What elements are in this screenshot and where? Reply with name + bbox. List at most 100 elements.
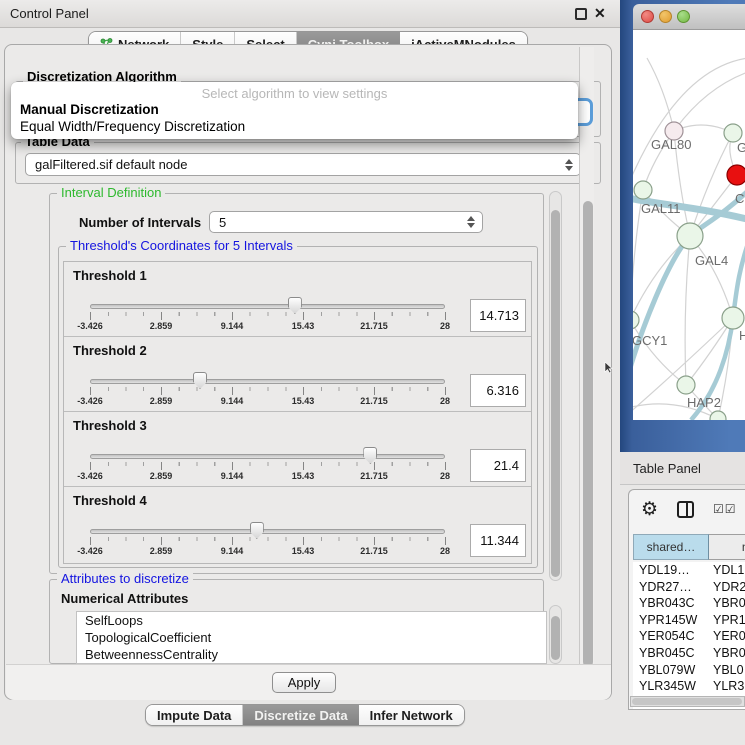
tab-impute-data[interactable]: Impute Data [146, 705, 243, 725]
minimize-traffic-light[interactable] [659, 10, 672, 23]
threshold-3-value-field[interactable]: 21.4 [470, 449, 526, 482]
apply-bar: Apply [6, 664, 611, 700]
svg-text:C: C [735, 191, 744, 206]
threshold-coordinates-label: Threshold's Coordinates for 5 Intervals [66, 238, 297, 253]
list-item[interactable]: SelfLoops [77, 612, 546, 629]
table-toolbar: ⚙ ☑☑ [629, 490, 745, 533]
list-item[interactable]: TopologicalCoefficient [77, 629, 546, 646]
attributes-list-scrollbar-thumb[interactable] [551, 616, 560, 660]
table-row[interactable]: YBR045CYBR0 [633, 645, 745, 662]
network-nodes[interactable] [633, 122, 745, 420]
slider-tick-labels: -3.4262.859 9.14415.43 21.71528 [90, 546, 445, 557]
numerical-attributes-list[interactable]: SelfLoops TopologicalCoefficient Between… [76, 611, 547, 664]
threshold-4-label: Threshold 4 [73, 493, 147, 508]
threshold-4-value-field[interactable]: 11.344 [470, 524, 526, 557]
svg-text:GAL4: GAL4 [695, 253, 728, 268]
threshold-2-value-field[interactable]: 6.316 [470, 374, 526, 407]
node-gcy1[interactable] [633, 311, 639, 329]
table-horizontal-scrollbar[interactable] [630, 696, 745, 707]
svg-text:GAL11: GAL11 [641, 201, 681, 216]
table-row[interactable]: YER054CYER0 [633, 628, 745, 645]
network-window-titlebar [633, 4, 745, 30]
slider-tick-labels: -3.4262.859 9.14415.43 21.71528 [90, 321, 445, 332]
table-header-row: shared… na [633, 534, 745, 560]
svg-text:GAL80: GAL80 [651, 137, 691, 152]
slider-tick-labels: -3.4262.859 9.14415.43 21.71528 [90, 471, 445, 482]
outer-scrollbar-thumb[interactable] [583, 201, 593, 667]
algorithm-hint: Select algorithm to view settings [11, 86, 578, 101]
network-view-window: GAL80 GA C GAL11 GAL4 GCY1 H HAP2 [633, 4, 745, 420]
table-row[interactable]: YDL19…YDL1 [633, 562, 745, 579]
threshold-4-slider[interactable] [90, 529, 445, 534]
tab-infer-network[interactable]: Infer Network [359, 705, 464, 725]
bottom-tabs: Impute Data Discretize Data Infer Networ… [145, 704, 465, 726]
inner-scrollbar-thumb[interactable] [551, 210, 560, 577]
node-h[interactable] [722, 307, 744, 329]
number-of-intervals-combo[interactable]: 5 [209, 211, 483, 233]
columns-icon[interactable] [677, 501, 694, 518]
node-hap2[interactable] [677, 376, 695, 394]
column-header-name[interactable]: na [709, 534, 745, 560]
panel-title: Control Panel [10, 0, 89, 27]
close-traffic-light[interactable] [641, 10, 654, 23]
slider-ticks [90, 462, 446, 470]
network-graph: GAL80 GA C GAL11 GAL4 GCY1 H HAP2 [633, 30, 745, 420]
threshold-1-label: Threshold 1 [73, 268, 147, 283]
slider-ticks [90, 387, 446, 395]
threshold-2-slider[interactable] [90, 379, 445, 384]
table-data-combo[interactable]: galFiltered.sif default node [25, 153, 581, 176]
threshold-3-label: Threshold 3 [73, 418, 147, 433]
cyni-toolbox-panel: Discretization Algorithm Select algorith… [4, 44, 612, 700]
table-rows: YDL19…YDL1 YDR27…YDR2 YBR043CYBR0 YPR145… [633, 562, 745, 710]
svg-text:HAP2: HAP2 [687, 395, 721, 410]
threshold-row-1: Threshold 1 -3.4262.859 9.14415.43 21.71… [64, 262, 531, 337]
node-red[interactable] [727, 165, 745, 185]
threshold-row-3: Threshold 3 -3.4262.859 9.14415.43 21.71… [64, 412, 531, 487]
network-canvas[interactable]: GAL80 GA C GAL11 GAL4 GCY1 H HAP2 [633, 30, 745, 420]
table-panel-title: Table Panel [633, 452, 701, 485]
node-gal4[interactable] [677, 223, 703, 249]
outer-scrollbar[interactable] [579, 47, 594, 698]
column-header-shared-name[interactable]: shared… [633, 534, 709, 560]
threshold-rows: Threshold 1 -3.4262.859 9.14415.43 21.71… [63, 261, 532, 564]
inner-scrollbar[interactable] [549, 191, 562, 581]
table-row[interactable]: YBR043CYBR0 [633, 595, 745, 612]
combo-arrows-icon [565, 159, 573, 171]
table-panel-body: ⚙ ☑☑ shared… na YDL19…YDL1 YDR27…YDR2 YB… [628, 489, 745, 710]
control-panel-titlebar: Control Panel ✕ [0, 0, 620, 28]
node-bottom[interactable] [710, 411, 726, 420]
close-icon[interactable]: ✕ [594, 5, 606, 22]
slider-ticks [90, 537, 446, 545]
threshold-1-slider[interactable] [90, 304, 445, 309]
table-row[interactable]: YDR27…YDR2 [633, 579, 745, 596]
select-columns-icon[interactable]: ☑☑ [713, 502, 737, 516]
algorithm-option-manual[interactable]: Manual Discretization [20, 102, 159, 117]
algorithm-dropdown-popup: Select algorithm to view settings Manual… [11, 82, 578, 139]
threshold-row-4: Threshold 4 -3.4262.859 9.14415.43 21.71… [64, 487, 531, 562]
attributes-list-scrollbar[interactable] [549, 605, 562, 664]
interval-definition-label: Interval Definition [57, 185, 165, 200]
float-window-icon[interactable] [575, 8, 587, 20]
list-item[interactable]: BetweennessCentrality [77, 646, 546, 663]
slider-tick-labels: -3.4262.859 9.14415.43 21.71528 [90, 396, 445, 407]
attributes-group-label: Attributes to discretize [57, 571, 193, 586]
table-row[interactable]: YBL079WYBL0 [633, 662, 745, 679]
table-row[interactable]: YLR345WYLR3 [633, 678, 745, 695]
number-of-intervals-label: Number of Intervals [79, 215, 201, 230]
table-panel-titlebar: Table Panel [620, 452, 745, 485]
threshold-row-2: Threshold 2 -3.4262.859 9.14415.43 21.71… [64, 337, 531, 412]
tab-discretize-data[interactable]: Discretize Data [243, 705, 358, 725]
node-gal11[interactable] [634, 181, 652, 199]
algorithm-option-equal-width[interactable]: Equal Width/Frequency Discretization [20, 119, 245, 134]
mouse-cursor [604, 362, 614, 374]
application-window: Control Panel ✕ Network Style Select Cyn… [0, 0, 745, 745]
threshold-2-label: Threshold 2 [73, 343, 147, 358]
scrollbar-thumb[interactable] [632, 698, 742, 705]
zoom-traffic-light[interactable] [677, 10, 690, 23]
threshold-1-value-field[interactable]: 14.713 [470, 299, 526, 332]
apply-button[interactable]: Apply [272, 672, 336, 693]
table-row[interactable]: YPR145WYPR1 [633, 612, 745, 629]
gear-icon[interactable]: ⚙ [641, 498, 658, 521]
threshold-3-slider[interactable] [90, 454, 445, 459]
combo-arrows-icon [467, 216, 475, 228]
